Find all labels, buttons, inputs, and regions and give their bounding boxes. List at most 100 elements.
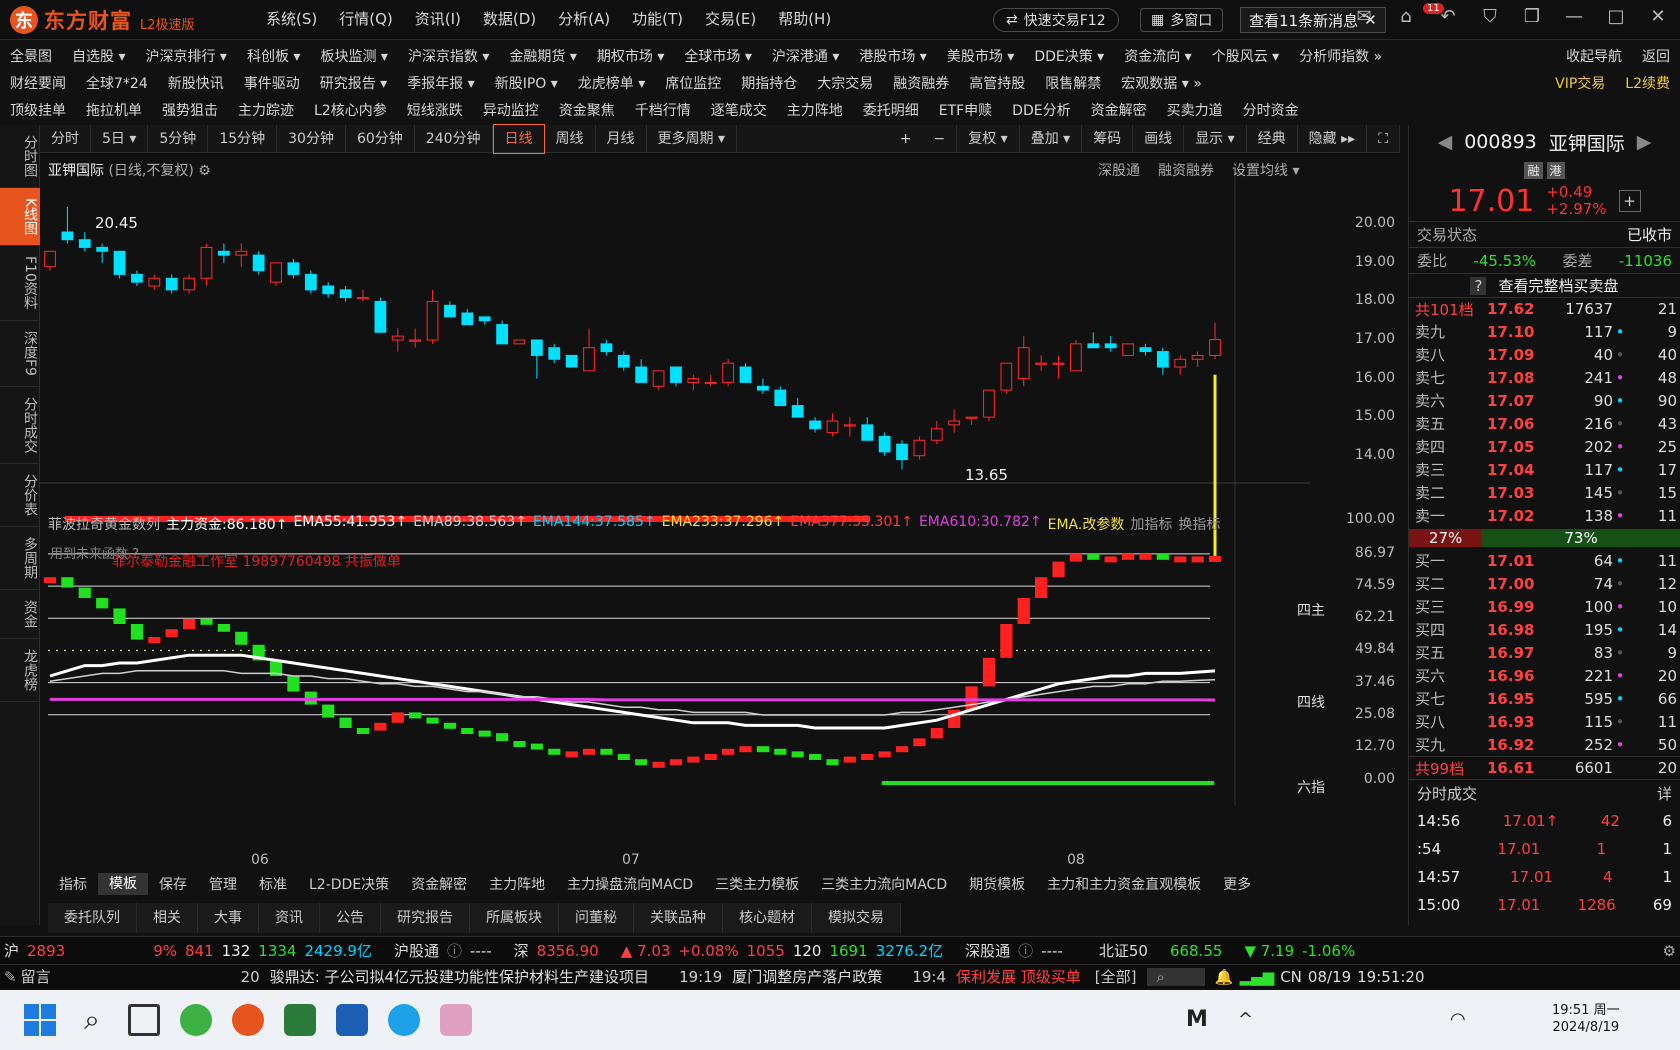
add-watchlist-icon[interactable]: + — [1618, 190, 1641, 212]
template-tab[interactable]: 主力和主力资金直观模板 — [1036, 874, 1212, 894]
shirt-icon[interactable]: ⛉ — [1478, 6, 1502, 27]
sidebar-item[interactable]: 龙虎榜 — [0, 639, 40, 703]
chart-tool[interactable]: 显示 ▾ — [1184, 124, 1247, 153]
info-tab[interactable]: 关联品种 — [634, 903, 723, 933]
nav-item[interactable]: 分析师指数 » — [1289, 46, 1392, 66]
nav-item[interactable]: 板块监测 ▾ — [310, 46, 397, 66]
nav-item[interactable]: 科创板 ▾ — [237, 46, 310, 66]
nav-item[interactable]: 主力阵地 — [777, 100, 853, 120]
nav-item[interactable]: 沪深京排行 ▾ — [135, 46, 236, 66]
template-tab[interactable]: 指标 — [48, 874, 98, 894]
nav-item[interactable]: 主力踪迹 — [228, 100, 304, 120]
nav-item[interactable]: 期权市场 ▾ — [587, 46, 674, 66]
sidebar-item[interactable]: 资金 — [0, 590, 40, 640]
template-tab[interactable]: 更多 — [1212, 874, 1262, 894]
restore-icon[interactable]: ❐ — [1520, 6, 1544, 27]
template-tab[interactable]: 三类主力流向MACD — [810, 874, 958, 894]
info-tab[interactable]: 问董秘 — [559, 903, 634, 933]
period-tab[interactable]: 分时 — [40, 124, 91, 153]
sidebar-item[interactable]: K线图 — [0, 188, 40, 247]
period-tab[interactable]: 5日 ▾ — [91, 124, 149, 153]
chart-tool[interactable]: + — [889, 125, 923, 153]
chart-tool[interactable]: 经典 — [1247, 124, 1298, 153]
menu-item[interactable]: 功能(T) — [621, 8, 694, 29]
menu-item[interactable]: 资讯(I) — [404, 8, 472, 29]
search-icon[interactable]: ⌕ — [76, 1004, 108, 1036]
fullscreen-icon[interactable]: ⛶ — [1367, 124, 1400, 153]
nav-item[interactable]: 事件驱动 — [234, 73, 310, 93]
browser-icon[interactable] — [180, 1004, 212, 1036]
chart-tool[interactable]: 画线 — [1133, 124, 1185, 153]
nav-item[interactable]: 全景图 — [0, 46, 62, 66]
sidebar-item[interactable]: 多周期 — [0, 527, 40, 591]
template-tab[interactable]: 保存 — [148, 874, 198, 894]
wifi-icon[interactable]: ◠ — [1450, 1004, 1482, 1036]
nav-item[interactable]: 新股快讯 — [158, 73, 234, 93]
chart-tool[interactable]: 筹码 — [1082, 124, 1134, 153]
nav-item[interactable]: 逐笔成交 — [701, 100, 777, 120]
info-tab[interactable]: 核心题材 — [723, 903, 812, 933]
nav-item[interactable]: 短线涨跌 — [397, 100, 473, 120]
nav-item[interactable]: 买卖力道 — [1157, 100, 1233, 120]
add-indicator[interactable]: 加指标 — [1130, 514, 1172, 534]
sidebar-item[interactable]: 分时图 — [0, 125, 40, 188]
nav-item[interactable]: 高管持股 — [959, 73, 1035, 93]
period-tab[interactable]: 30分钟 — [277, 124, 346, 153]
back-icon[interactable]: ↶ — [1436, 6, 1460, 27]
template-tab[interactable]: 三类主力模板 — [704, 874, 810, 894]
nav-item[interactable]: 沪深京指数 ▾ — [398, 46, 499, 66]
menu-item[interactable]: 行情(Q) — [328, 8, 404, 29]
period-tab[interactable]: 更多周期 ▾ — [647, 124, 738, 153]
info-tab[interactable]: 资讯 — [259, 903, 320, 933]
nav-item[interactable]: 委托明细 — [853, 100, 929, 120]
image-app-icon[interactable] — [440, 1004, 472, 1036]
period-tab[interactable]: 15分钟 — [208, 124, 278, 153]
sidebar-item[interactable]: 深度F9 — [0, 321, 40, 388]
period-tab[interactable]: 60分钟 — [346, 124, 415, 153]
template-tab[interactable]: 标准 — [248, 874, 298, 894]
maximize-icon[interactable]: □ — [1604, 6, 1628, 27]
menu-item[interactable]: 数据(D) — [472, 8, 547, 29]
nav-item[interactable]: 强势狙击 — [152, 100, 228, 120]
taskview-icon[interactable] — [128, 1004, 160, 1036]
edge-icon[interactable] — [388, 1004, 420, 1036]
ticks-detail[interactable]: 详 — [1657, 783, 1672, 804]
start-icon[interactable] — [24, 1004, 56, 1036]
nav-item[interactable]: 港股市场 ▾ — [849, 46, 936, 66]
news-item[interactable]: 厦门调整房产落户政策 — [732, 966, 882, 987]
info-tab[interactable]: 大事 — [198, 903, 259, 933]
nav-item[interactable]: 异动监控 — [473, 100, 549, 120]
nav-item[interactable]: 千档行情 — [625, 100, 701, 120]
chart-tool[interactable]: 复权 ▾ — [957, 124, 1020, 153]
nav-item[interactable]: 席位监控 — [655, 73, 731, 93]
info-tab[interactable]: 模拟交易 — [812, 903, 901, 933]
menu-item[interactable]: 帮助(H) — [767, 8, 842, 29]
menu-item[interactable]: 系统(S) — [255, 8, 328, 29]
nav-item[interactable]: 资金解密 — [1081, 100, 1157, 120]
nav-item[interactable]: 期指持仓 — [731, 73, 807, 93]
indicator-name[interactable]: 菲波拉奇黄金数列 — [48, 514, 160, 534]
template-tab[interactable]: 模板 — [98, 873, 148, 895]
nav-item[interactable]: 全球7*24 — [76, 73, 158, 93]
sidebar-item[interactable]: 分时成交 — [0, 387, 40, 465]
note-icon[interactable]: ✎ — [0, 968, 21, 986]
nav-item[interactable]: 自选股 ▾ — [62, 46, 135, 66]
info-tab[interactable]: 所属板块 — [470, 903, 559, 933]
help-icon[interactable]: ⓘ — [1014, 940, 1037, 961]
eastmoney-icon[interactable] — [232, 1004, 264, 1036]
app-icon[interactable] — [284, 1004, 316, 1036]
nav-item[interactable]: 融资融券 — [883, 73, 959, 93]
nav-item[interactable]: 限售解禁 — [1035, 73, 1111, 93]
nav-item[interactable]: 分时资金 — [1233, 100, 1309, 120]
taskbar-clock[interactable]: 19:51 周一 2024/8/19 — [1552, 1002, 1620, 1036]
tray-chevron-icon[interactable]: ^ — [1238, 1004, 1270, 1036]
nav-item[interactable]: 季报年报 ▾ — [397, 73, 484, 93]
nav-item[interactable]: 全球市场 ▾ — [674, 46, 761, 66]
chart-tool[interactable]: 叠加 ▾ — [1020, 124, 1083, 153]
nav-item[interactable]: 收起导航 — [1556, 46, 1632, 66]
info-tab[interactable]: 研究报告 — [381, 903, 470, 933]
home-icon[interactable]: ⌂ — [1394, 6, 1418, 27]
news-all[interactable]: [全部] — [1095, 966, 1137, 987]
full-depth-link[interactable]: 查看完整档买卖盘 — [1498, 275, 1618, 296]
settings-icon[interactable]: ⚙ — [1659, 942, 1680, 960]
